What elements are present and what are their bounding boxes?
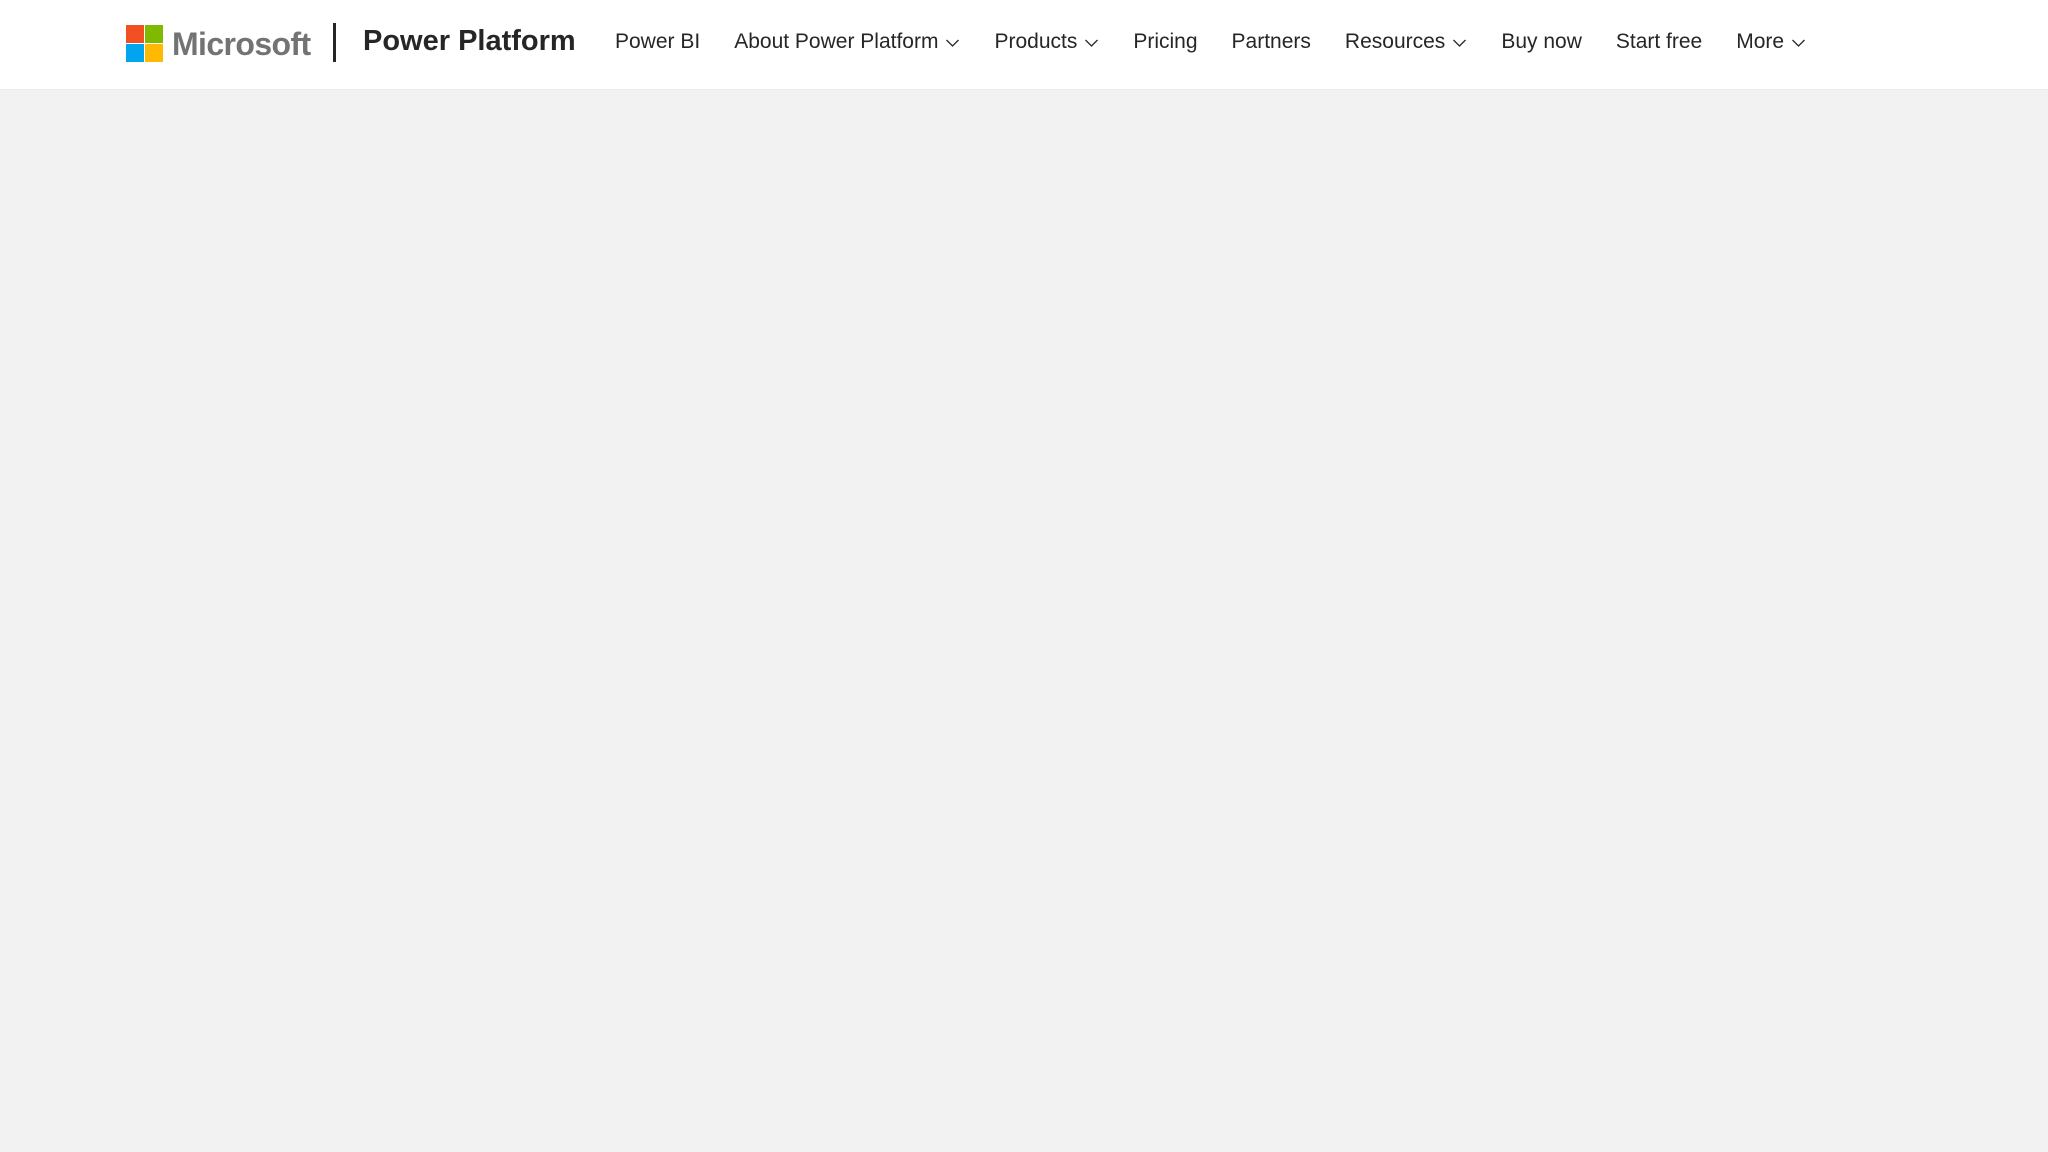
page: Microsoft Power Platform Power BI About … <box>0 0 2048 1152</box>
nav-item-power-bi[interactable]: Power BI <box>615 28 700 56</box>
chevron-down-icon <box>1452 38 1467 48</box>
chevron-down-icon <box>945 38 960 48</box>
nav-item-partners[interactable]: Partners <box>1232 28 1311 56</box>
nav-label: Buy now <box>1501 30 1582 53</box>
nav-item-buy-now[interactable]: Buy now <box>1501 28 1582 56</box>
nav-label: About Power Platform <box>734 30 939 53</box>
nav-label: More <box>1736 30 1785 53</box>
nav-item-about-power-platform[interactable]: About Power Platform <box>734 28 960 56</box>
microsoft-wordmark: Microsoft <box>172 25 311 62</box>
nav-item-pricing[interactable]: Pricing <box>1133 28 1197 56</box>
top-navigation-bar: Microsoft Power Platform Power BI About … <box>0 0 2048 90</box>
microsoft-logo-link[interactable]: Microsoft <box>126 24 311 63</box>
nav-label: Power BI <box>615 30 701 53</box>
chevron-down-icon <box>1791 38 1806 48</box>
brand-divider <box>333 23 336 62</box>
nav-label: Products <box>994 30 1078 53</box>
nav-item-products[interactable]: Products <box>994 28 1099 56</box>
nav-label: Resources <box>1344 30 1446 53</box>
logo-red-square <box>126 25 144 43</box>
nav-item-resources[interactable]: Resources <box>1345 28 1467 56</box>
product-name-link[interactable]: Power Platform <box>363 22 576 60</box>
nav-label: Start free <box>1615 30 1703 53</box>
logo-green-square <box>145 25 163 43</box>
logo-yellow-square <box>145 44 163 62</box>
nav-item-start-free[interactable]: Start free <box>1616 28 1702 56</box>
nav-label: Pricing <box>1133 30 1198 53</box>
nav-item-more[interactable]: More <box>1736 28 1806 56</box>
microsoft-logo-icon <box>126 25 163 62</box>
logo-blue-square <box>126 44 144 62</box>
chevron-down-icon <box>1084 38 1099 48</box>
nav-label: Partners <box>1231 30 1311 53</box>
main-nav: Power BI About Power Platform Products P… <box>615 0 1806 84</box>
